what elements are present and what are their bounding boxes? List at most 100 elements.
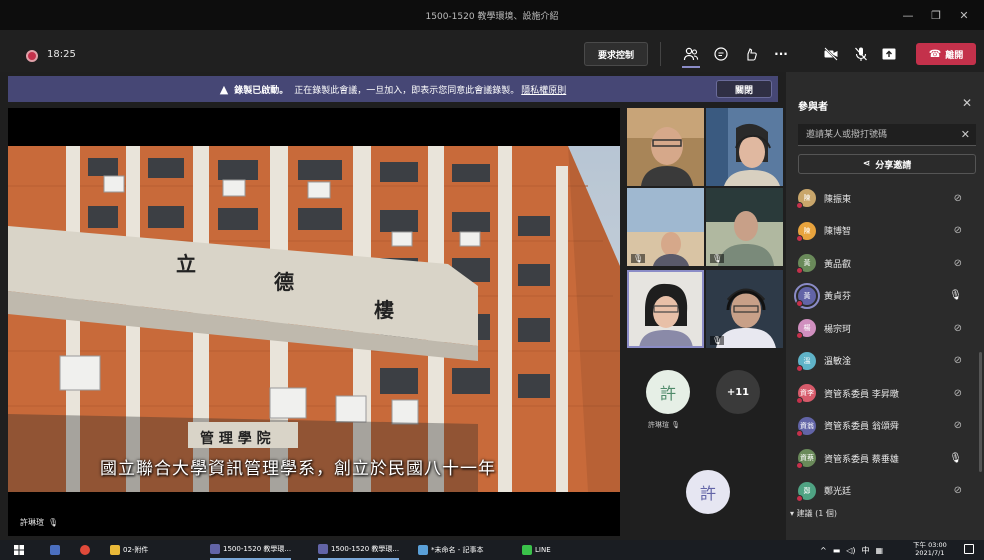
- participant-xu-label: 許琳瑄 🎙: [648, 420, 680, 430]
- leave-label: 離開: [945, 50, 964, 61]
- keyboard-icon[interactable]: ▦: [876, 546, 884, 555]
- panel-title: 參與者: [798, 102, 828, 113]
- mic-off-icon: ⊘: [953, 322, 962, 334]
- leave-button[interactable]: ☎ 離開: [916, 43, 976, 65]
- taskbar-item-notepad[interactable]: *未命名 - 記事本: [418, 540, 483, 560]
- participant-row[interactable]: 陳 陳振東 ⊘: [786, 182, 976, 215]
- participant-initials: 黃: [803, 291, 811, 300]
- taskbar-item-teams-2[interactable]: 1500-1520 教學環...: [318, 540, 400, 560]
- more-icon[interactable]: ···: [768, 42, 794, 66]
- participant-row[interactable]: 資翁 資管系委員 翁頌舜 ⊘: [786, 410, 976, 443]
- start-icon[interactable]: [14, 540, 24, 560]
- participant-row[interactable]: 資蔡 資管系委員 蔡垂雄 🎙: [786, 442, 976, 475]
- minimize-button[interactable]: —: [896, 9, 920, 22]
- participant-row[interactable]: 鄭 鄭光廷 ⊘: [786, 475, 976, 508]
- participant-row[interactable]: 資李 資管系委員 李昇暾 ⊘: [786, 377, 976, 410]
- mic-on-icon: 🎙: [949, 452, 962, 464]
- participant-initials: 溫: [803, 356, 811, 365]
- share-invite-button[interactable]: ⋖ 分享邀請: [798, 154, 976, 174]
- main-speaker-label: 許琳瑄 🎙: [20, 517, 58, 528]
- invite-input[interactable]: [798, 124, 976, 146]
- banner-close-button[interactable]: 關閉: [716, 80, 772, 98]
- participants-panel: 參與者 ✕ ✕ ⋖ 分享邀請 陳陳振東⊘陳陳博智⊘黃黃品叡⊘黃黃貞芬🎙楊楊宗珂⊘…: [786, 72, 984, 540]
- participant-initials: 楊: [803, 324, 811, 333]
- more-participants-button[interactable]: +11: [716, 370, 760, 414]
- close-window-button[interactable]: ✕: [952, 9, 976, 22]
- participant-initials: 資蔡: [800, 454, 814, 463]
- people-active-indicator: [682, 66, 700, 68]
- participant-row[interactable]: 楊 楊宗珂 ⊘: [786, 312, 976, 345]
- participant-name: 黃品叡: [824, 259, 852, 270]
- participant-avatar: 黃: [794, 282, 820, 309]
- recording-banner: ▲ 錄製已啟動。 正在錄製此會議，一旦加入，即表示您同意此會議錄製。 隱私權原則: [8, 76, 778, 102]
- participant-avatar: 資蔡: [796, 449, 816, 470]
- mic-off-small-icon-2: 🎙: [671, 421, 681, 429]
- taskbar-item-folder[interactable]: 02-附件: [110, 540, 148, 560]
- mic-on-icon: 🎙: [949, 290, 962, 302]
- camera-off-icon[interactable]: [818, 42, 844, 66]
- share-screen-icon[interactable]: [876, 42, 902, 66]
- participant-row[interactable]: 陳 陳博智 ⊘: [786, 215, 976, 248]
- share-icon: ⋖: [862, 159, 871, 169]
- notifications-icon[interactable]: [964, 544, 974, 554]
- request-control-button[interactable]: 要求控制: [584, 42, 648, 66]
- taskbar-label-notepad: *未命名 - 記事本: [431, 546, 484, 554]
- participant-name: 黃貞芬: [824, 292, 852, 303]
- chrome-icon[interactable]: [80, 540, 90, 560]
- people-icon[interactable]: [678, 42, 704, 66]
- participant-video-6[interactable]: 🎙: [706, 270, 783, 348]
- panel-scrollbar[interactable]: [979, 352, 982, 472]
- presence-status-icon: [796, 462, 803, 470]
- participant-video-3[interactable]: 🎙: [627, 188, 704, 266]
- taskbar-item-line[interactable]: LINE: [522, 540, 551, 560]
- participant-name: 資管系委員 翁頌舜: [824, 422, 899, 433]
- participant-row[interactable]: 黃 黃貞芬 🎙: [786, 280, 976, 313]
- taskbar-label-teams-2: 1500-1520 教學環...: [331, 545, 400, 553]
- volume-icon[interactable]: ◁): [846, 546, 855, 555]
- teams-icon-2: [318, 544, 328, 554]
- window-controls: — ❐ ✕: [896, 0, 976, 30]
- clock-date: 2021/7/1: [915, 549, 945, 557]
- recording-indicator-icon: [26, 50, 38, 62]
- participant-initials: 黃: [803, 259, 811, 268]
- tray-chevron-icon[interactable]: ^: [820, 546, 827, 555]
- panel-close-icon[interactable]: ✕: [962, 96, 972, 110]
- presence-status-icon: [796, 397, 803, 405]
- network-icon[interactable]: ▬: [833, 546, 841, 555]
- folder-icon: [110, 545, 120, 555]
- presence-status-icon: [796, 332, 803, 340]
- participant-video-5-active[interactable]: [627, 270, 704, 348]
- participant-video-4[interactable]: 🎙: [706, 188, 783, 266]
- mic-off-icon: ⊘: [953, 257, 962, 269]
- taskbar-clock[interactable]: 下午 03:00 2021/7/1: [913, 541, 947, 557]
- teams-taskbar-icon[interactable]: [50, 540, 60, 560]
- participant-name: 鄭光廷: [824, 487, 852, 498]
- taskbar-item-teams-1[interactable]: 1500-1520 教學環...: [210, 540, 292, 560]
- participant-video-1[interactable]: [627, 108, 704, 186]
- privacy-policy-link[interactable]: 隱私權原則: [521, 83, 566, 96]
- presence-status-icon: [796, 429, 803, 437]
- ime-indicator[interactable]: 中: [862, 545, 870, 556]
- chat-icon[interactable]: [708, 42, 734, 66]
- participant-initials: 資翁: [800, 421, 814, 430]
- participant-avatar-xu[interactable]: 許: [646, 370, 690, 414]
- mic-off-icon[interactable]: [848, 42, 874, 66]
- participant-row[interactable]: 黃 黃品叡 ⊘: [786, 247, 976, 280]
- suggested-section-header[interactable]: ▾ 建議 (1 個): [790, 508, 837, 519]
- participant-avatar: 楊: [796, 319, 816, 340]
- participant-avatar: 陳: [796, 189, 816, 210]
- building-sign-lower: 管 理 學 院: [200, 431, 271, 447]
- participant-video-2[interactable]: [706, 108, 783, 186]
- meeting-timer: 18:25: [47, 49, 76, 60]
- chevron-down-icon: ▾: [790, 509, 795, 518]
- warning-icon: ▲: [219, 82, 229, 96]
- presence-status-icon: [796, 202, 803, 210]
- self-avatar[interactable]: 許: [686, 470, 730, 514]
- maximize-button[interactable]: ❐: [924, 9, 948, 22]
- participant-row[interactable]: 溫 溫敏淦 ⊘: [786, 345, 976, 378]
- building-sign-top-left: 立: [176, 252, 196, 276]
- reactions-icon[interactable]: [738, 42, 764, 66]
- invite-clear-icon[interactable]: ✕: [961, 128, 970, 141]
- participant-avatar: 陳: [796, 221, 816, 242]
- phone-hangup-icon: ☎: [928, 48, 942, 60]
